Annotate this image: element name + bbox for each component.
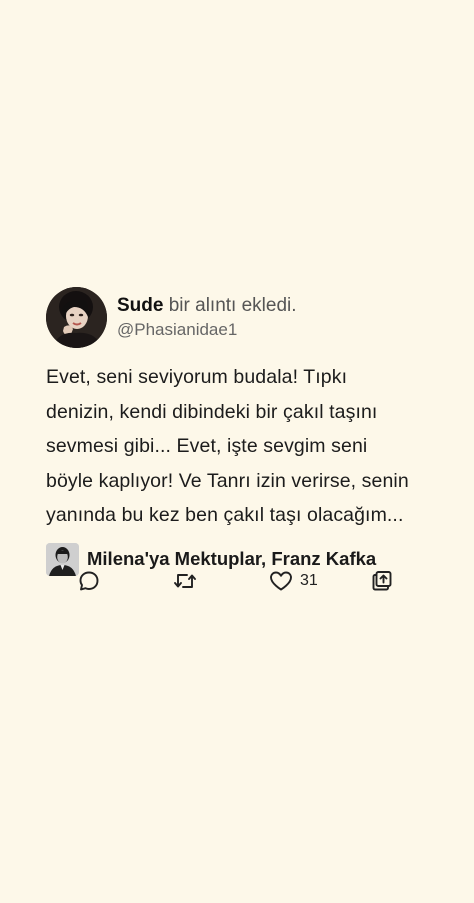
quote-line: yanında bu kez ben çakıl taşı olacağım..… [46,504,404,526]
quote-line: denizin, kendi dibindeki bir çakıl taşın… [46,400,378,423]
heart-icon [270,571,292,591]
quote-text: Evet, seni seviyorum budala! Tıpkı deniz… [46,360,446,533]
quote-post: Sude bir alıntı ekledi. @Phasianidae1 Ev… [46,287,446,591]
quote-line: sevmesi gibi... Evet, işte sevgim seni [46,435,368,457]
author-line: Sude bir alıntı ekledi. [117,295,297,317]
share-button[interactable] [371,569,393,593]
reply-button[interactable] [77,569,101,593]
share-icon [372,571,392,591]
repost-icon [174,574,196,588]
user-handle[interactable]: @Phasianidae1 [117,319,297,341]
like-button[interactable]: 31 [268,569,318,593]
post-author-info: Sude bir alıntı ekledi. @Phasianidae1 [117,287,297,341]
user-name[interactable]: Sude [117,295,163,316]
quote-line: böyle kaplıyor! Ve Tanrı izin verirse, s… [46,469,409,492]
comment-icon [79,571,99,591]
book-title[interactable]: Milena'ya Mektuplar, Franz Kafka [87,548,376,570]
like-count: 31 [300,572,318,589]
post-header: Sude bir alıntı ekledi. @Phasianidae1 [46,287,446,348]
avatar[interactable] [46,287,107,348]
quote-line: Evet, seni seviyorum budala! Tıpkı [46,366,348,388]
action-text: bir alıntı ekledi. [168,295,297,316]
repost-button[interactable] [172,569,198,593]
action-bar: 31 [46,569,446,599]
